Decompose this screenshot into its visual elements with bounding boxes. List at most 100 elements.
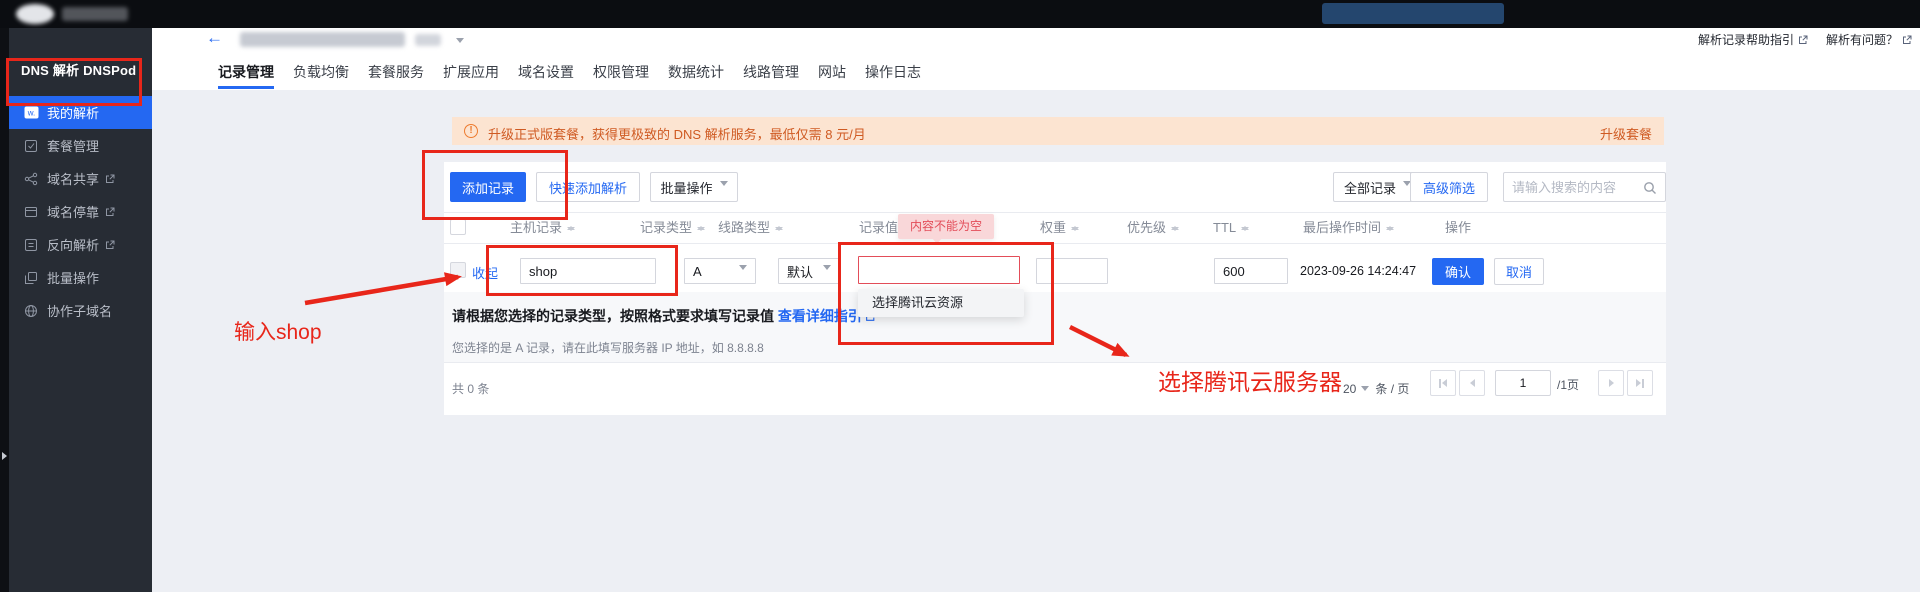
tab-9[interactable]: 网站 <box>818 58 846 89</box>
column-label: 操作 <box>1445 220 1471 235</box>
batch-actions-dropdown[interactable]: 批量操作 <box>650 172 738 202</box>
sidebar-item-label: 批量操作 <box>47 268 99 287</box>
tab-8[interactable]: 线路管理 <box>743 58 799 89</box>
sidebar-item-package[interactable]: 套餐管理 <box>9 129 152 162</box>
tencent-resource-option[interactable]: 选择腾讯云资源 <box>858 289 1024 317</box>
sort-icon[interactable] <box>1171 220 1179 232</box>
banner-message: 升级正式版套餐，获得更极致的 DNS 解析服务，最低仅需 8 元/月 <box>488 124 866 143</box>
back-arrow-icon[interactable]: ← <box>206 28 223 48</box>
row-checkbox[interactable] <box>450 262 466 278</box>
batch-actions-label: 批量操作 <box>660 178 712 197</box>
help-guide-link[interactable]: 解析记录帮助指引 <box>1698 31 1808 48</box>
upgrade-plan-link[interactable]: 升级套餐 <box>1600 124 1652 143</box>
column-label: TTL <box>1213 220 1236 235</box>
sidebar-item-park[interactable]: 域名停靠 <box>9 195 152 228</box>
column-label: 优先级 <box>1127 220 1166 235</box>
external-link-icon <box>105 240 115 250</box>
column-header-8[interactable]: 最后操作时间 <box>1303 212 1394 243</box>
annotation-label-select-server: 选择腾讯云服务器 <box>1158 363 1342 397</box>
weight-input[interactable] <box>1036 258 1108 284</box>
tab-4[interactable]: 扩展应用 <box>443 58 499 89</box>
add-record-button[interactable]: 添加记录 <box>450 172 526 202</box>
column-header-1[interactable]: 主机记录 <box>510 212 575 243</box>
svg-text:w.: w. <box>26 109 35 118</box>
column-label: 权重 <box>1040 220 1066 235</box>
prev-page-button[interactable] <box>1459 370 1485 396</box>
last-page-button[interactable] <box>1627 370 1653 396</box>
collapse-row-link[interactable]: 收起 <box>472 263 498 282</box>
sort-icon[interactable] <box>1386 220 1394 232</box>
divider <box>444 243 1666 244</box>
page-size-select[interactable]: 20 条 / 页 <box>1343 380 1409 397</box>
domain-dropdown-caret[interactable] <box>456 38 464 47</box>
sort-icon[interactable] <box>697 220 705 232</box>
record-help-desc: 您选择的是 A 记录，请在此填写服务器 IP 地址，如 8.8.8.8 <box>452 339 764 356</box>
column-header-2[interactable]: 记录类型 <box>640 212 705 243</box>
page-size-suffix: 条 / 页 <box>1375 382 1409 396</box>
sidebar-item-label: 反向解析 <box>47 235 99 254</box>
confirm-button[interactable]: 确认 <box>1432 258 1484 285</box>
validation-tooltip: 内容不能为空 <box>898 214 994 239</box>
logo-text-blurred <box>62 7 128 21</box>
column-header-9: 操作 <box>1445 212 1471 243</box>
sidebar-item-batch[interactable]: 批量操作 <box>9 261 152 294</box>
column-header-7[interactable]: TTL <box>1213 212 1249 243</box>
sidebar-item-share[interactable]: 域名共享 <box>9 162 152 195</box>
column-header-5[interactable]: 权重 <box>1040 212 1079 243</box>
detail-guide-link[interactable]: 查看详细指引 <box>778 308 862 324</box>
record-help-text: 请根据您选择的记录类型，按照格式要求填写记录值 <box>452 308 778 324</box>
host-record-input[interactable] <box>520 258 656 284</box>
chevron-down-icon <box>739 265 747 274</box>
quick-add-button[interactable]: 快速添加解析 <box>536 172 640 202</box>
advanced-filter-button[interactable]: 高级筛选 <box>1410 172 1488 202</box>
tab-10[interactable]: 操作日志 <box>865 58 921 89</box>
external-link-icon <box>105 207 115 217</box>
line-type-value: 默认 <box>787 262 813 281</box>
tab-5[interactable]: 域名设置 <box>518 58 574 89</box>
sidebar-item-resolve[interactable]: w.我的解析 <box>9 96 152 129</box>
globe-icon <box>23 303 39 318</box>
sidebar-item-globe[interactable]: 协作子域名 <box>9 294 152 327</box>
first-page-button[interactable] <box>1430 370 1456 396</box>
record-filter-dropdown[interactable]: 全部记录 <box>1333 172 1418 202</box>
tab-6[interactable]: 权限管理 <box>593 58 649 89</box>
tab-2[interactable]: 负载均衡 <box>293 58 349 89</box>
dnspod-console-page: DNS 解析 DNSPod w.我的解析套餐管理域名共享域名停靠反向解析批量操作… <box>0 0 1920 592</box>
sidebar-item-reverse[interactable]: 反向解析 <box>9 228 152 261</box>
divider <box>444 362 1666 363</box>
ttl-input[interactable] <box>1214 258 1288 284</box>
external-link-icon <box>1798 35 1808 45</box>
record-type-select[interactable]: A <box>684 258 756 284</box>
tab-1[interactable]: 记录管理 <box>218 58 274 89</box>
help-question-link[interactable]: 解析有问题？ <box>1826 31 1912 48</box>
share-icon <box>23 171 39 186</box>
line-type-select[interactable]: 默认 <box>778 258 840 284</box>
last-page-icon <box>1642 379 1644 388</box>
sort-icon[interactable] <box>1241 220 1249 232</box>
tab-3[interactable]: 套餐服务 <box>368 58 424 89</box>
cancel-button[interactable]: 取消 <box>1494 258 1544 285</box>
chevron-down-icon <box>823 265 831 274</box>
record-value-input[interactable] <box>858 256 1020 284</box>
column-header-3[interactable]: 线路类型 <box>718 212 783 243</box>
sort-icon[interactable] <box>567 220 575 232</box>
topbar-search-box[interactable] <box>1322 3 1504 24</box>
column-header-6[interactable]: 优先级 <box>1127 212 1179 243</box>
page-number-input[interactable] <box>1495 370 1551 396</box>
collapsed-panel-strip[interactable] <box>0 28 9 592</box>
sidebar-item-label: 套餐管理 <box>47 136 99 155</box>
tab-7[interactable]: 数据统计 <box>668 58 724 89</box>
column-label: 记录类型 <box>640 220 692 235</box>
search-icon[interactable] <box>1643 181 1657 200</box>
sort-icon[interactable] <box>1071 220 1079 232</box>
next-page-button[interactable] <box>1598 370 1624 396</box>
sort-icon[interactable] <box>775 220 783 232</box>
page-size-value: 20 <box>1343 382 1356 396</box>
select-all-checkbox[interactable] <box>450 219 466 235</box>
last-operation-time: 2023-09-26 14:24:47 <box>1300 264 1416 278</box>
sidebar: DNS 解析 DNSPod w.我的解析套餐管理域名共享域名停靠反向解析批量操作… <box>9 28 152 592</box>
reverse-icon <box>23 237 39 252</box>
domain-name-blurred <box>240 32 405 47</box>
batch-icon <box>23 270 39 285</box>
search-input[interactable] <box>1512 174 1637 200</box>
